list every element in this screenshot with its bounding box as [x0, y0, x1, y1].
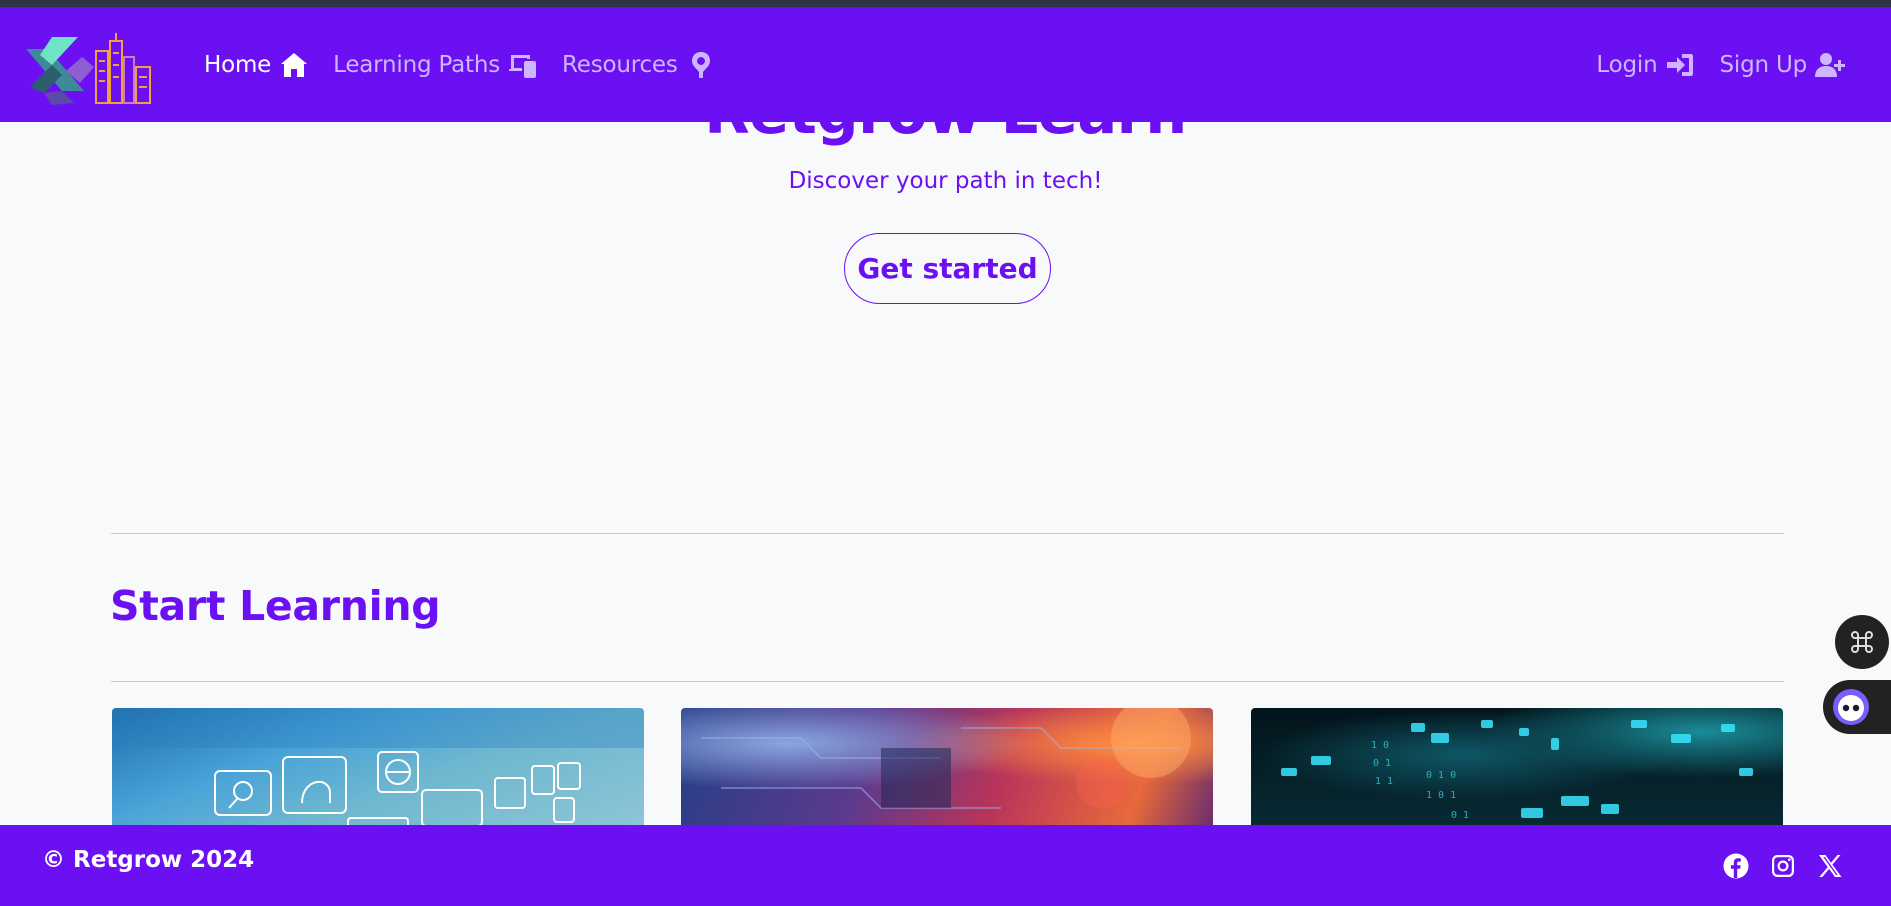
nav-learning-paths[interactable]: Learning Paths	[333, 51, 538, 79]
browser-top-strip	[0, 0, 1891, 7]
command-shortcut-button[interactable]	[1835, 615, 1889, 669]
divider-bottom	[111, 681, 1784, 682]
nav-home[interactable]: Home	[204, 51, 309, 79]
svg-text:1 0 1: 1 0 1	[1426, 790, 1456, 801]
nav-resources-label: Resources	[562, 51, 678, 78]
svg-text:0 1: 0 1	[1373, 758, 1391, 769]
hero-subtitle: Discover your path in tech!	[788, 168, 1103, 194]
svg-text:1 0: 1 0	[1371, 740, 1389, 751]
instagram-icon[interactable]	[1770, 853, 1796, 879]
svg-text:1 1: 1 1	[1375, 776, 1393, 787]
footer: © Retgrow 2024	[0, 825, 1891, 906]
nav-home-label: Home	[204, 51, 272, 78]
devices-icon	[509, 54, 536, 78]
course-card-data[interactable]: 1 0 0 1 1 1 0 1 0 1 0 1 0 1	[1251, 708, 1783, 826]
ai-technology-image	[112, 708, 644, 826]
circuit-board-image	[701, 708, 1191, 809]
nav-login-label: Login	[1596, 51, 1658, 78]
assistant-bot-button[interactable]	[1823, 680, 1891, 734]
nav-resources[interactable]: Resources	[562, 51, 716, 79]
command-key-icon	[1851, 631, 1873, 653]
home-icon	[281, 52, 308, 77]
hero-title: Retgrow Learn	[704, 78, 1187, 147]
x-icon[interactable]	[1817, 853, 1843, 879]
nav-signup[interactable]: Sign Up	[1719, 51, 1845, 79]
user-plus-icon	[1815, 52, 1845, 77]
get-started-button[interactable]: Get started	[844, 233, 1051, 304]
course-card-hardware[interactable]	[681, 708, 1213, 826]
divider-top	[111, 533, 1784, 534]
nav-learning-paths-label: Learning Paths	[333, 51, 500, 78]
svg-text:0 1: 0 1	[1451, 810, 1469, 821]
course-card-ai[interactable]	[112, 708, 644, 826]
section-title: Start Learning	[110, 582, 441, 630]
map-pin-icon	[691, 51, 710, 78]
social-links	[1723, 853, 1843, 879]
binary-code-image: 1 0 0 1 1 1 0 1 0 1 0 1 0 1	[1281, 720, 1753, 821]
nav-signup-label: Sign Up	[1719, 51, 1807, 78]
svg-text:0 1 0: 0 1 0	[1426, 770, 1456, 781]
bot-face-icon	[1833, 689, 1869, 725]
copyright-text: © Retgrow 2024	[42, 847, 255, 873]
sign-in-icon	[1667, 53, 1694, 76]
nav-login[interactable]: Login	[1596, 51, 1695, 79]
facebook-icon[interactable]	[1723, 853, 1749, 879]
